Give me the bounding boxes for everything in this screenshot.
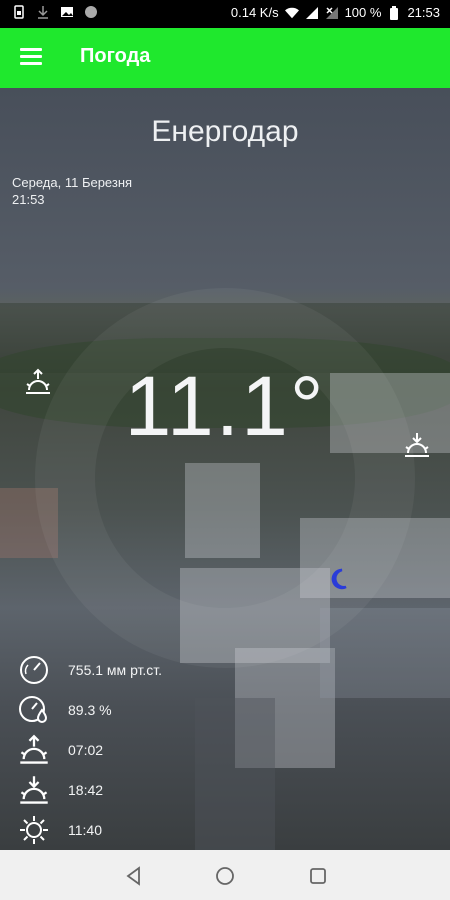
download-icon	[38, 6, 48, 19]
pressure-row: 755.1 мм рт.ст.	[18, 654, 318, 686]
humidity-value: 89.3 %	[68, 702, 112, 718]
current-time: 21:53	[12, 192, 45, 207]
sunrise-time: 07:02	[68, 742, 104, 758]
sim-icon	[14, 5, 24, 19]
hamburger-menu-icon[interactable]	[20, 48, 42, 66]
no-signal-icon	[325, 6, 338, 19]
sunset-time: 18:42	[68, 782, 104, 798]
pressure-value: 755.1 мм рт.ст.	[68, 662, 163, 678]
daylight-duration: 11:40	[68, 822, 102, 838]
status-bar: 0.14 K/s 100 % 21:53	[0, 0, 450, 28]
battery-level: 100 %	[344, 5, 382, 20]
sun-icon	[20, 816, 48, 844]
city-name: Енергодар	[151, 115, 299, 148]
battery-icon	[390, 5, 399, 20]
back-triangle-icon[interactable]	[123, 865, 145, 887]
network-speed: 0.14 K/s	[230, 5, 279, 20]
circle-icon	[85, 6, 97, 18]
pressure-gauge-icon	[20, 656, 48, 684]
recents-square-icon[interactable]	[307, 865, 329, 887]
app-bar: Погода	[0, 28, 450, 88]
wifi-icon	[284, 7, 299, 18]
navigation-bar	[0, 850, 450, 900]
sunrise-icon	[20, 734, 48, 764]
sunset-marker-icon	[405, 433, 429, 457]
current-temperature: 11.1°	[124, 359, 326, 453]
moon-icon	[331, 568, 347, 590]
app-title: Погода	[80, 45, 151, 67]
image-icon	[61, 7, 73, 17]
current-date: Середа, 11 Березня	[12, 175, 133, 190]
status-clock: 21:53	[407, 5, 440, 20]
signal-icon	[305, 6, 318, 19]
weather-panel: Енергодар Середа, 11 Березня 21:53 11.1°…	[0, 88, 450, 850]
humidity-row: 89.3 %	[18, 694, 318, 726]
humidity-icon	[19, 696, 48, 723]
background-overlay-circle	[35, 288, 415, 668]
daylight-row: 11:40	[18, 814, 318, 846]
sunset-row: 18:42	[18, 774, 318, 806]
sunset-icon	[20, 776, 48, 804]
sunrise-row: 07:02	[18, 734, 318, 766]
home-circle-icon[interactable]	[214, 865, 236, 887]
